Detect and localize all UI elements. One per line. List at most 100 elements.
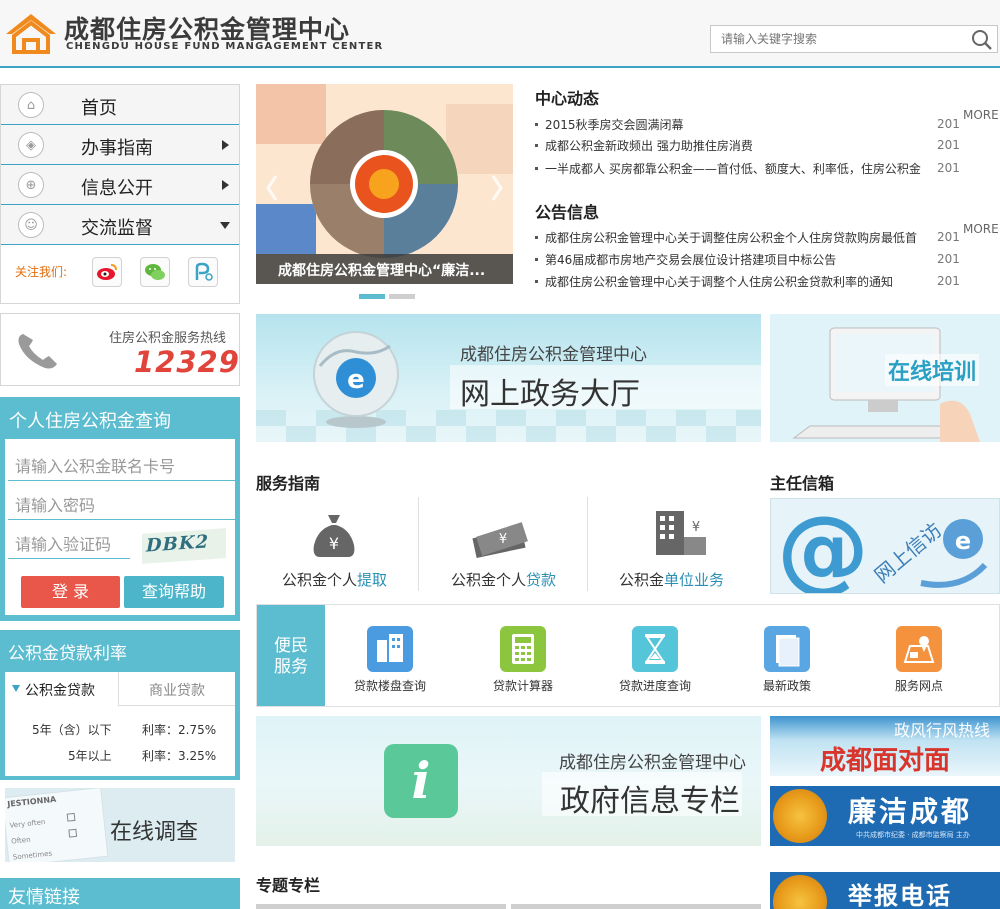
site-header: 成都住房公积金管理中心 CHENGDU HOUSE FUND MANGAGEME… <box>0 0 1000 68</box>
banner-e-title: 网上政务大厅 <box>460 377 640 412</box>
password-input[interactable]: 请输入密码 <box>8 484 236 520</box>
special-topic-card[interactable] <box>256 904 506 909</box>
ie-globe-icon: e <box>313 331 399 428</box>
tab-commercial-loan[interactable]: 商业贷款 <box>119 672 235 706</box>
wechat-icon[interactable] <box>140 257 170 287</box>
site-subtitle: CHENGDU HOUSE FUND MANGAGEMENT CENTER <box>66 41 384 52</box>
slide-caption[interactable]: 成都住房公积金管理中心“廉洁... <box>256 254 513 284</box>
service-link[interactable]: 贷款计算器 <box>463 677 583 694</box>
service-link[interactable]: 最新政策 <box>727 677 847 694</box>
online-survey-banner[interactable]: JESTIONNA Very often Often Sometimes 在线调… <box>5 788 235 862</box>
special-topics-title: 专题专栏 <box>256 876 321 895</box>
gov-info-banner[interactable]: i 成都住房公积金管理中心 政府信息专栏 <box>256 716 761 846</box>
service-withdraw-link[interactable]: 公积金个人提取 <box>282 569 387 590</box>
follow-label: 关注我们: <box>15 265 68 279</box>
weibo-icon[interactable] <box>92 257 122 287</box>
house-logo-icon[interactable] <box>4 10 58 56</box>
nav-item-guide[interactable]: ◈ 办事指南 <box>1 125 239 165</box>
hotline-facetoface-banner[interactable]: 政风行风热线 成都面对面 <box>770 716 1000 776</box>
building-icon: ¥ <box>656 511 706 555</box>
news-slideshow[interactable]: 成都住房公积金管理中心“廉洁... <box>256 84 513 284</box>
notice-item[interactable]: 第46届成都市房地产交易会展位设计搭建项目中标公告 <box>535 251 930 268</box>
compass-icon: ◈ <box>18 132 44 158</box>
special-topic-card[interactable] <box>511 904 761 909</box>
service-link[interactable]: 贷款楼盘查询 <box>330 677 450 694</box>
questionnaire-option: Often <box>10 835 31 846</box>
app-icon[interactable] <box>188 257 218 287</box>
map-pin-icon[interactable] <box>896 626 942 672</box>
card-number-input[interactable]: 请输入公积金联名卡号 <box>8 445 236 481</box>
svg-text:e: e <box>347 365 365 395</box>
service-hotline: 住房公积金服务热线 12329 <box>0 313 240 386</box>
hotline-number: 12329 <box>134 345 240 379</box>
checkbox-icon <box>66 812 76 822</box>
loan-rate-panel: 公积金贷款利率 公积金贷款 商业贷款 5年（含）以下 利率：2.75% 5年以上… <box>0 630 240 780</box>
report-label: 举报电话 <box>848 881 952 909</box>
query-help-button[interactable]: 查询帮助 <box>124 576 224 608</box>
main-nav: ⌂ 首页 ◈ 办事指南 ⊕ 信息公开 ☺ 交流监督 关注我们: <box>0 84 240 304</box>
notice-item[interactable]: 成都住房公积金管理中心关于调整住房公积金个人住房贷款购房最低首 <box>535 229 930 246</box>
convenience-title: 便民 服务 <box>257 605 325 706</box>
captcha-input[interactable]: 请输入验证码 <box>8 523 130 559</box>
nav-item-supervision[interactable]: ☺ 交流监督 <box>1 205 239 245</box>
news-item[interactable]: 一半成都人 买房都靠公积金——首付低、额度大、利率低，住房公积金 <box>535 160 930 177</box>
captcha-image[interactable]: DBK2 <box>142 528 226 564</box>
building-search-icon[interactable] <box>367 626 413 672</box>
calculator-icon[interactable] <box>500 626 546 672</box>
svg-text:¥: ¥ <box>329 534 339 553</box>
clean-chengdu-banner[interactable]: 廉洁成都 中共成都市纪委 · 成都市监察局 主办 <box>770 786 1000 846</box>
banner-e-org: 成都住房公积金管理中心 <box>460 345 647 365</box>
news-date: 201 <box>937 138 960 152</box>
notice-date: 201 <box>937 274 960 288</box>
slide-dot[interactable] <box>389 294 415 299</box>
service-guide-title: 服务指南 <box>256 474 321 493</box>
online-training-banner[interactable]: 在线培训 <box>770 314 1000 442</box>
triangle-down-icon <box>12 685 20 692</box>
gov-org: 成都住房公积金管理中心 <box>559 753 746 773</box>
nav-item-disclosure[interactable]: ⊕ 信息公开 <box>1 165 239 205</box>
news-more-link[interactable]: MORE <box>963 108 999 122</box>
money-bag-icon: ¥ <box>313 515 355 557</box>
loan-term: 5年以上 <box>68 749 112 763</box>
notice-date: 201 <box>937 230 960 244</box>
login-button[interactable]: 登 录 <box>21 576 120 608</box>
links-title: 友情链接 <box>8 887 80 908</box>
news-item[interactable]: 2015秋季房交会圆满闭幕 <box>535 116 930 133</box>
questionnaire-illustration: JESTIONNA Very often Often Sometimes <box>5 788 109 862</box>
questionnaire-option: Sometimes <box>12 849 53 862</box>
chevron-right-icon <box>222 180 229 190</box>
service-link[interactable]: 服务网点 <box>859 677 979 694</box>
director-mailbox-banner[interactable]: @ e 网上信访 <box>770 498 1000 594</box>
hotline-label: 住房公积金服务热线 <box>109 331 227 346</box>
info-icon: i <box>384 744 458 818</box>
service-loan-link[interactable]: 公积金个人贷款 <box>451 569 556 590</box>
hot-line2: 成都面对面 <box>820 746 951 776</box>
cash-stack-icon: ¥ <box>472 522 528 558</box>
document-icon[interactable] <box>764 626 810 672</box>
slide-dot-active[interactable] <box>359 294 385 299</box>
search-input[interactable] <box>711 26 961 52</box>
report-hotline-banner[interactable]: 举报电话 <box>770 872 1000 909</box>
hourglass-icon[interactable] <box>632 626 678 672</box>
questionnaire-heading: JESTIONNA <box>6 794 57 809</box>
notice-more-link[interactable]: MORE <box>963 222 999 236</box>
svg-text:¥: ¥ <box>692 520 700 535</box>
nav-item-label: 办事指南 <box>81 138 153 159</box>
people-icon: ☺ <box>18 212 44 238</box>
home-icon: ⌂ <box>18 92 44 118</box>
query-title: 个人住房公积金查询 <box>9 411 171 432</box>
service-guide-list: ¥ 公积金个人提取 ¥ 公积金个人贷款 ¥ 公积金单位业务 <box>256 497 761 594</box>
news-date: 201 <box>937 117 960 131</box>
news-date: 201 <box>937 161 960 175</box>
svg-text:@: @ <box>777 499 869 594</box>
service-link[interactable]: 贷款进度查询 <box>595 677 715 694</box>
nav-item-label: 信息公开 <box>81 178 153 199</box>
tab-fund-loan[interactable]: 公积金贷款 <box>5 672 119 706</box>
search-icon[interactable] <box>971 29 993 51</box>
service-unit-link[interactable]: 公积金单位业务 <box>619 569 724 590</box>
notice-item[interactable]: 成都住房公积金管理中心关于调整个人住房公积金贷款利率的通知 <box>535 273 930 290</box>
news-item[interactable]: 成都公积金新政频出 强力助推住房消费 <box>535 137 930 154</box>
nav-item-label: 交流监督 <box>81 218 153 239</box>
nav-item-home[interactable]: ⌂ 首页 <box>1 85 239 125</box>
online-government-hall-banner[interactable]: e 成都住房公积金管理中心 网上政务大厅 <box>256 314 761 442</box>
